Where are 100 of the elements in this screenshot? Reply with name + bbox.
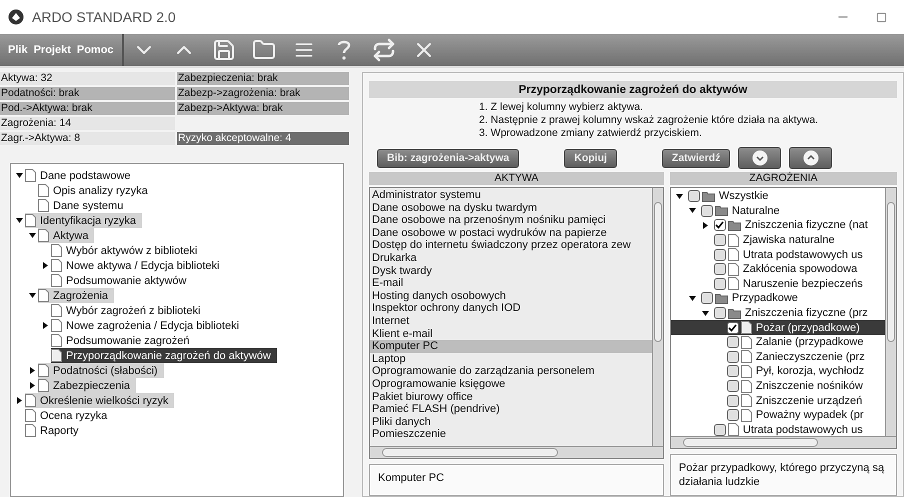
checkbox[interactable] (726, 336, 739, 348)
threat-tree-row[interactable]: Przypadkowe (670, 291, 885, 306)
asset-item[interactable]: Inspektor ochrony danych IOD (370, 302, 652, 315)
sync-icon[interactable] (372, 38, 396, 62)
help-icon[interactable] (336, 39, 351, 61)
asset-item[interactable]: Oprogramowanie księgowe (370, 378, 652, 390)
checkbox[interactable] (714, 248, 726, 261)
tree-item[interactable]: Określenie wielkości ryzyk (25, 393, 174, 408)
threat-tree-row[interactable]: Utrata podstawowych us (670, 422, 885, 436)
threat-tree-row[interactable]: Zjawiska naturalne (670, 232, 885, 248)
checkbox[interactable] (726, 409, 739, 422)
expanded-arrow-icon[interactable] (28, 292, 36, 299)
asset-item[interactable]: Dostęp do internetu świadczony przez operatora zew (370, 239, 652, 252)
asset-item[interactable]: Komputer PC (370, 340, 652, 353)
checkbox[interactable] (714, 219, 726, 232)
tree-item[interactable]: Podatności (słabości) (38, 363, 164, 378)
expanded-arrow-icon[interactable] (702, 310, 710, 317)
checkbox[interactable] (688, 190, 700, 202)
tree-item[interactable]: Zagrożenia (38, 288, 114, 303)
threat-tree-row[interactable]: Naruszenie bezpieczeńs (670, 276, 885, 292)
threat-tree-row[interactable]: Wszystkie (670, 189, 885, 204)
save-icon[interactable] (212, 38, 236, 62)
tree-item[interactable]: Wybór zagrożeń z biblioteki (51, 303, 206, 318)
tree-item[interactable]: Wybór aktywów z biblioteki (51, 243, 204, 258)
asset-item[interactable]: Internet (370, 314, 652, 328)
threat-tree-row[interactable]: Poważny wypadek (pr (670, 408, 885, 422)
collapsed-arrow-icon[interactable] (42, 262, 48, 269)
collapsed-arrow-icon[interactable] (42, 322, 48, 329)
checkbox[interactable] (700, 292, 713, 304)
checkbox[interactable] (714, 424, 726, 436)
checkbox[interactable] (714, 234, 726, 246)
tree-item[interactable]: Dane systemu (38, 198, 130, 213)
folder-icon[interactable] (252, 38, 276, 62)
vertical-scrollbar[interactable] (652, 188, 663, 446)
expanded-arrow-icon[interactable] (676, 192, 684, 200)
checkbox[interactable] (726, 380, 739, 392)
threat-tree-row[interactable]: Zakłócenia spowodowa (670, 262, 885, 277)
collapsed-arrow-icon[interactable] (28, 367, 36, 374)
threat-tree-row[interactable]: Zalanie (przypadkowe (670, 334, 885, 350)
tree-item[interactable]: Raporty (25, 423, 85, 438)
expanded-arrow-icon[interactable] (28, 232, 36, 239)
tree-item[interactable]: Identyfikacja ryzyka (25, 213, 142, 228)
asset-item[interactable]: Drukarka (370, 252, 652, 265)
tree-item[interactable]: Aktywa (38, 228, 94, 243)
threat-tree-row[interactable]: Utrata podstawowych us (670, 247, 885, 262)
asset-item[interactable]: Pliki danych (370, 416, 652, 428)
tree-item[interactable]: Nowe zagrożenia / Edycja biblioteki (51, 318, 246, 333)
tree-item[interactable]: Przyporządkowanie zagrożeń do aktywów (51, 348, 277, 363)
asset-item[interactable]: Klient e-mail (370, 328, 652, 340)
asset-item[interactable]: Dane osobowe na przenośnym nośniku pamięci (370, 214, 652, 227)
threat-tree-row[interactable]: Zanieczyszczenie (prz (670, 350, 885, 364)
asset-item[interactable]: Pakiet biurowy office (370, 390, 652, 404)
expanded-arrow-icon[interactable] (16, 217, 22, 224)
confirm-button[interactable]: Zatwierdź (662, 148, 730, 168)
threat-tree-row[interactable]: Zniszczenia fizyczne (prz (670, 306, 885, 320)
asset-item[interactable]: Administrator systemu (370, 189, 652, 202)
checkbox[interactable] (726, 350, 739, 363)
menu-item[interactable]: Plik (8, 44, 28, 56)
threat-tree-row[interactable]: Pożar (przypadkowe) (670, 320, 885, 335)
asset-item[interactable]: Oprogramowanie do zarządzania personelem (370, 365, 652, 378)
checkbox[interactable] (714, 278, 726, 290)
checkbox[interactable] (726, 322, 739, 334)
menu-item[interactable]: Pomoc (76, 44, 114, 56)
asset-item[interactable]: Dane osobowe na dysku twardym (370, 202, 652, 214)
maximize-icon[interactable] (876, 12, 886, 22)
expanded-arrow-icon[interactable] (689, 294, 696, 302)
collapsed-arrow-icon[interactable] (28, 382, 36, 389)
tree-item[interactable]: Zabezpieczenia (38, 378, 136, 393)
move-up-button[interactable] (789, 147, 832, 169)
checkbox[interactable] (714, 307, 726, 320)
tree-item[interactable]: Opis analizy ryzyka (38, 183, 154, 198)
move-down-button[interactable] (738, 147, 782, 169)
expanded-arrow-icon[interactable] (16, 172, 22, 179)
horizontal-scrollbar[interactable] (670, 436, 896, 448)
tree-item[interactable]: Nowe aktywa / Edycja biblioteki (51, 258, 226, 273)
asset-item[interactable]: Dane osobowe w postaci wydruków na papierze (370, 226, 652, 240)
asset-item[interactable]: Pamieć FLASH (pendrive) (370, 403, 652, 416)
threat-tree-row[interactable]: Zniszczenia fizyczne (nat (670, 218, 885, 233)
expanded-arrow-icon[interactable] (689, 207, 696, 214)
horizontal-scrollbar[interactable] (370, 446, 663, 458)
copy-button[interactable]: Kopiuj (564, 148, 617, 168)
asset-item[interactable]: E-mail (370, 277, 652, 290)
threat-tree-row[interactable]: Naturalne (670, 204, 885, 218)
tree-item[interactable]: Podsumowanie aktywów (51, 273, 192, 288)
threat-tree-row[interactable]: Pył, korozja, wychłodz (670, 364, 885, 379)
collapsed-arrow-icon[interactable] (16, 397, 22, 404)
checkbox[interactable] (714, 263, 726, 276)
checkbox[interactable] (726, 365, 739, 378)
collapsed-arrow-icon[interactable] (702, 222, 710, 229)
asset-item[interactable]: Laptop (370, 352, 652, 366)
asset-item[interactable]: Pomieszczenie (370, 428, 652, 441)
tree-item[interactable]: Podsumowanie zagrożeń (51, 333, 196, 348)
menu-item[interactable]: Projekt (34, 44, 71, 56)
asset-item[interactable]: Dysk twardy (370, 264, 652, 278)
tree-item[interactable]: Ocena ryzyka (25, 408, 114, 423)
threat-tree-row[interactable]: Zniszczenie nośników (670, 378, 885, 394)
threat-tree-row[interactable]: Zniszczenie urządzeń (670, 393, 885, 408)
library-button[interactable]: Bib: zagrożenia->aktywa (377, 148, 520, 168)
tree-item[interactable]: Dane podstawowe (25, 168, 137, 183)
checkbox[interactable] (726, 394, 739, 407)
